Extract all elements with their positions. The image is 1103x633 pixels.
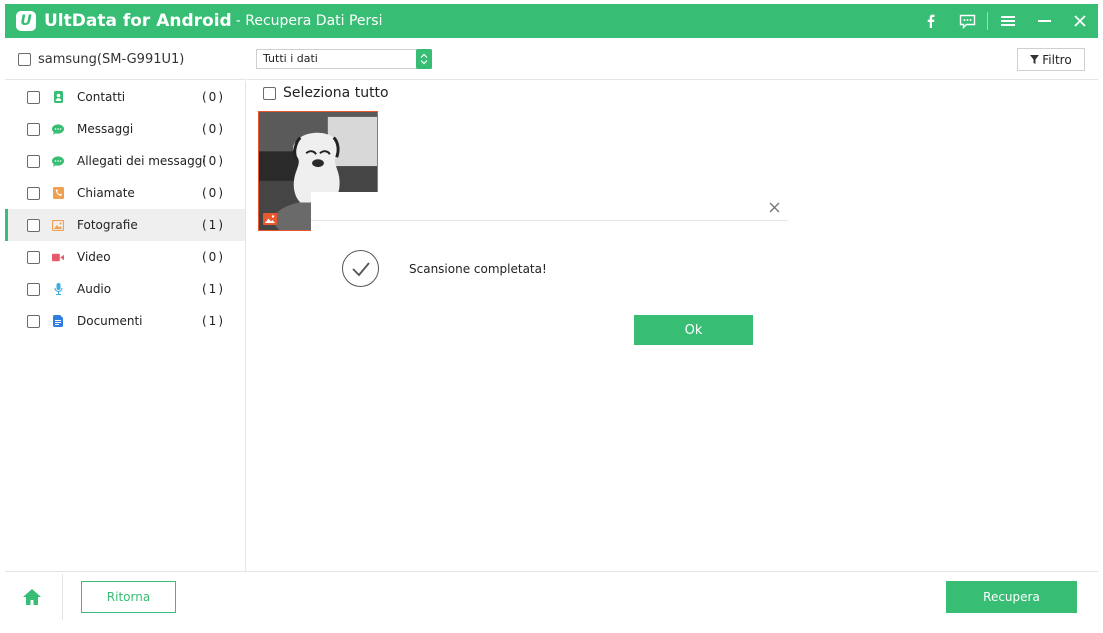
category-sidebar: Contatti (0) Messaggi (0) Allegati dei m…: [5, 81, 246, 571]
sidebar-item-fotografie[interactable]: Fotografie (1): [5, 209, 245, 241]
app-subtitle: - Recupera Dati Persi: [235, 13, 383, 29]
category-checkbox[interactable]: [27, 154, 40, 168]
category-count: (0): [202, 154, 225, 168]
home-icon[interactable]: [22, 588, 42, 606]
device-name: samsung(SM-G991U1): [38, 52, 185, 67]
dialog-header: [311, 192, 788, 221]
category-checkbox[interactable]: [27, 250, 40, 264]
category-count: (0): [202, 186, 225, 200]
sidebar-item-documenti[interactable]: Documenti (1): [5, 305, 245, 337]
back-button[interactable]: Ritorna: [81, 581, 176, 613]
sidebar-item-audio[interactable]: Audio (1): [5, 273, 245, 305]
close-icon[interactable]: [1062, 4, 1098, 38]
minimize-icon[interactable]: [1026, 4, 1062, 38]
category-count: (1): [202, 218, 225, 232]
documents-icon: [52, 315, 64, 327]
message-attachments-icon: [52, 155, 64, 167]
messages-icon: [52, 123, 64, 135]
checkmark-icon: [342, 250, 379, 287]
select-value: Tutti i dati: [263, 52, 318, 65]
filter-button[interactable]: Filtro: [1017, 48, 1085, 71]
select-all-checkbox[interactable]: [263, 86, 276, 100]
category-checkbox[interactable]: [27, 122, 40, 136]
device-row[interactable]: samsung(SM-G991U1): [5, 40, 246, 80]
bottom-bar: Ritorna Recupera: [5, 571, 1098, 623]
category-count: (1): [202, 282, 225, 296]
audio-icon: [52, 283, 64, 295]
ok-button[interactable]: Ok: [634, 315, 753, 345]
sidebar-item-allegati-dei-messaggi[interactable]: Allegati dei messaggi (0): [5, 145, 245, 177]
facebook-icon[interactable]: [913, 4, 949, 38]
sidebar-item-chiamate[interactable]: Chiamate (0): [5, 177, 245, 209]
app-logo-icon: U: [16, 11, 36, 31]
select-all-row[interactable]: Seleziona tutto: [263, 85, 389, 101]
category-checkbox[interactable]: [27, 218, 40, 232]
app-title: UltData for Android: [44, 11, 232, 31]
photos-icon: [52, 219, 64, 231]
category-label: Fotografie: [77, 218, 138, 232]
sidebar-item-messaggi[interactable]: Messaggi (0): [5, 113, 245, 145]
photo-type-icon: [263, 213, 277, 225]
title-separator: [987, 12, 988, 30]
category-label: Documenti: [77, 314, 143, 328]
dialog-message: Scansione completata!: [409, 262, 547, 276]
feedback-icon[interactable]: [949, 4, 985, 38]
filter-button-label: Filtro: [1042, 52, 1072, 67]
recover-button[interactable]: Recupera: [946, 581, 1077, 613]
device-checkbox[interactable]: [18, 53, 31, 66]
select-all-label: Seleziona tutto: [283, 85, 389, 101]
sidebar-item-video[interactable]: Video (0): [5, 241, 245, 273]
category-checkbox[interactable]: [27, 314, 40, 328]
sidebar-item-contatti[interactable]: Contatti (0): [5, 81, 245, 113]
title-bar: U UltData for Android - Recupera Dati Pe…: [5, 4, 1098, 38]
calls-icon: [52, 187, 64, 199]
category-count: (0): [202, 250, 225, 264]
select-arrows-icon[interactable]: [416, 49, 432, 69]
content-toolbar: Tutti i dati Filtro: [247, 40, 1098, 80]
category-label: Audio: [77, 282, 112, 296]
category-checkbox[interactable]: [27, 282, 40, 296]
data-type-select[interactable]: Tutti i dati: [256, 49, 432, 69]
dialog-close-icon[interactable]: [769, 196, 780, 218]
app-window: U UltData for Android - Recupera Dati Pe…: [0, 0, 1103, 633]
category-label: Allegati dei messaggi: [77, 154, 206, 168]
category-count: (0): [202, 90, 225, 104]
category-count: (0): [202, 122, 225, 136]
category-label: Contatti: [77, 90, 126, 104]
menu-icon[interactable]: [990, 4, 1026, 38]
category-label: Chiamate: [77, 186, 135, 200]
contacts-icon: [52, 91, 64, 103]
category-label: Messaggi: [77, 122, 134, 136]
scan-complete-dialog: Scansione completata! Ok: [311, 192, 788, 348]
category-label: Video: [77, 250, 111, 264]
category-checkbox[interactable]: [27, 90, 40, 104]
category-checkbox[interactable]: [27, 186, 40, 200]
bottom-separator: [62, 574, 63, 620]
filter-icon: [1030, 55, 1040, 64]
category-count: (1): [202, 314, 225, 328]
video-icon: [52, 251, 64, 263]
